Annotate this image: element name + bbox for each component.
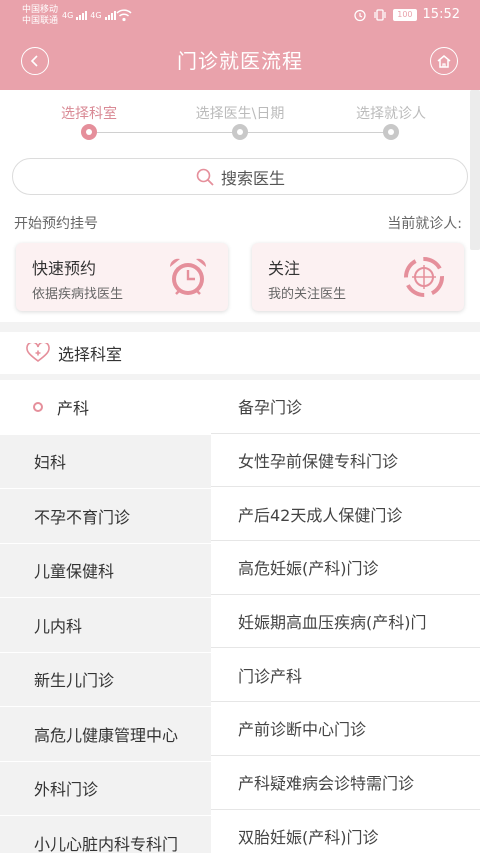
clinic-item[interactable]: 产后42天成人保健门诊: [211, 487, 480, 542]
department-label: 小儿心脏内科专科门: [34, 834, 179, 853]
search-doctor-button[interactable]: 搜索医生: [12, 158, 468, 195]
clinic-item[interactable]: 产科疑难病会诊特需门诊: [211, 756, 480, 810]
department-item[interactable]: 产科: [0, 380, 211, 435]
step-indicator: 选择科室 选择医生\日期 选择就诊人: [0, 90, 480, 150]
department-label: 外科门诊: [34, 780, 99, 800]
department-label: 不孕不育门诊: [34, 507, 131, 527]
step-1-label[interactable]: 选择科室: [61, 103, 117, 123]
carrier-2: 中国联通: [22, 16, 59, 26]
department-label: 产科: [57, 398, 90, 418]
app-header: 中国移动 中国联通 4G 4G 100 15:52 门诊就医流程: [0, 0, 480, 90]
signal-bars-icon: [104, 10, 116, 20]
clinic-item[interactable]: 妊娠期高血压疾病(产科)门: [211, 595, 480, 649]
clinic-item[interactable]: 备孕门诊: [211, 380, 480, 434]
department-label: 妇科: [34, 453, 67, 473]
target-icon: [404, 257, 444, 297]
vibrate-icon: [374, 8, 386, 21]
carrier-info: 中国移动 中国联通: [22, 5, 58, 27]
clinic-list: 备孕门诊 女性孕前保健专科门诊 产后42天成人保健门诊 高危妊娠(产科)门诊 妊…: [211, 380, 480, 853]
status-bar: 中国移动 中国联通 4G 4G 100 15:52: [0, 0, 480, 32]
start-booking-label: 开始预约挂号: [14, 216, 98, 232]
step-3-dot: [383, 124, 399, 140]
status-right: 100 15:52: [353, 7, 460, 22]
step-2-dot: [232, 124, 248, 140]
selected-dot-icon: [33, 401, 43, 412]
department-item[interactable]: 高危儿健康管理中心: [0, 707, 211, 762]
clinic-item[interactable]: 女性孕前保健专科门诊: [211, 434, 480, 488]
clinic-item[interactable]: 高危妊娠(产科)门诊: [211, 541, 480, 595]
booking-header: 开始预约挂号 当前就诊人:: [0, 213, 480, 233]
department-list: 产科 妇科 不孕不育门诊 儿童保健科 儿内科 新生儿门诊 高危儿健康管理中心 外…: [0, 380, 211, 853]
follow-card[interactable]: 关注 我的关注医生: [252, 243, 464, 311]
department-item[interactable]: 妇科: [0, 435, 211, 489]
signal-indicators: 4G 4G: [62, 10, 116, 20]
clinic-item[interactable]: 双胎妊娠(产科)门诊: [211, 810, 480, 853]
divider: [0, 322, 480, 332]
card-subtitle: 我的关注医生: [268, 287, 347, 302]
department-section-title: 选择科室: [58, 345, 123, 364]
department-item[interactable]: 儿内科: [0, 598, 211, 653]
page-title: 门诊就医流程: [177, 49, 303, 73]
home-button[interactable]: [430, 47, 458, 75]
department-label: 儿内科: [34, 616, 83, 636]
department-item[interactable]: 儿童保健科: [0, 544, 211, 598]
quick-booking-card[interactable]: 快速预约 依据疾病找医生: [16, 243, 228, 311]
current-patient-label[interactable]: 当前就诊人:: [387, 213, 462, 233]
step-3-label[interactable]: 选择就诊人: [356, 103, 426, 123]
battery-indicator: 100: [393, 8, 417, 21]
department-label: 高危儿健康管理中心: [34, 725, 179, 745]
card-subtitle: 依据疾病找医生: [32, 287, 124, 302]
step-2-label[interactable]: 选择医生\日期: [196, 103, 285, 123]
clinic-item[interactable]: 产前诊断中心门诊: [211, 702, 480, 756]
home-icon: [437, 55, 451, 68]
department-label: 新生儿门诊: [34, 671, 115, 691]
department-section-header: 选择科室: [0, 332, 480, 374]
medical-heart-icon: [26, 343, 50, 363]
alarm-clock-icon: [169, 258, 207, 295]
network-type-1: 4G: [62, 11, 74, 20]
department-item[interactable]: 小儿心脏内科专科门: [0, 816, 211, 853]
network-type-2: 4G: [90, 11, 102, 20]
department-item[interactable]: 不孕不育门诊: [0, 489, 211, 544]
clock: 15:52: [422, 7, 460, 22]
card-title: 关注: [268, 259, 301, 278]
step-1-dot: [81, 124, 97, 140]
clinic-item[interactable]: 门诊产科: [211, 648, 480, 703]
search-label: 搜索医生: [220, 168, 285, 188]
card-title: 快速预约: [32, 259, 97, 278]
signal-bars-icon: [76, 10, 88, 20]
carrier-1: 中国移动: [22, 5, 59, 15]
alarm-icon: [354, 9, 366, 21]
department-item[interactable]: 新生儿门诊: [0, 653, 211, 707]
department-label: 儿童保健科: [34, 562, 115, 582]
wifi-icon: [116, 9, 132, 22]
search-icon: [196, 168, 214, 186]
department-item[interactable]: 外科门诊: [0, 762, 211, 816]
